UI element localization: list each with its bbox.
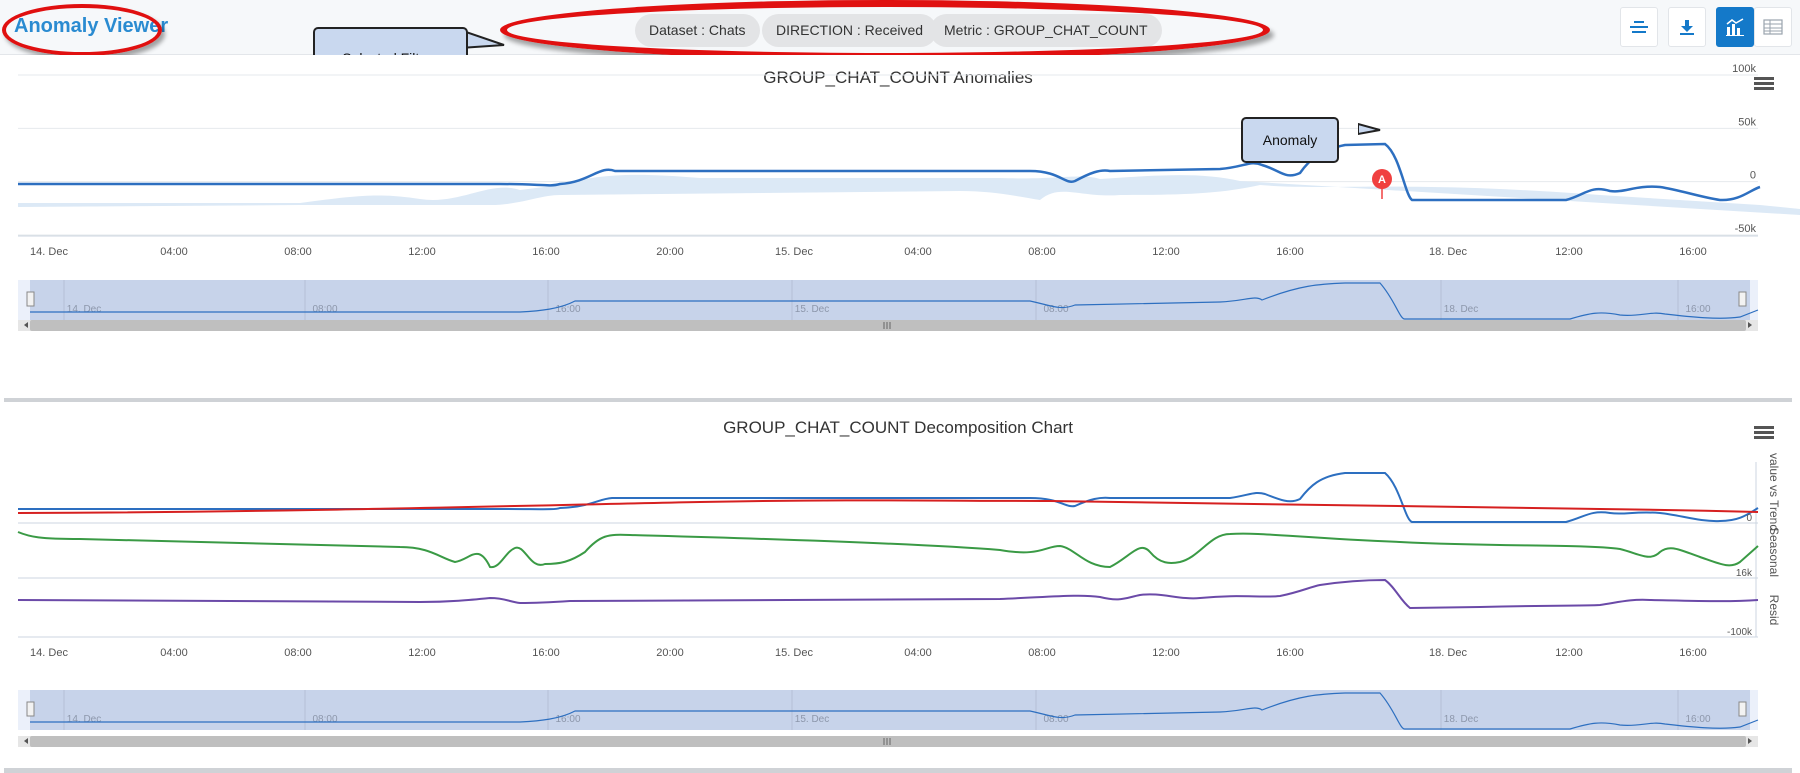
decomp-navigator-tick: 15. Dec — [795, 714, 829, 725]
decomp-navigator-selection[interactable] — [30, 690, 1750, 730]
svg-text:Seasonal: Seasonal — [1767, 527, 1781, 577]
anomalies-xtick: 04:00 — [904, 246, 932, 258]
decomp-xtick: 18. Dec — [1429, 647, 1467, 659]
anomalies-ytick: 0 — [1750, 170, 1756, 182]
anomalies-navigator-tick: 15. Dec — [795, 304, 829, 315]
decomp-panel-label-resid: Resid — [1767, 595, 1781, 626]
anomalies-navigator-right-handle[interactable] — [1738, 291, 1747, 307]
chart-view-icon — [1726, 18, 1744, 36]
decomp-xtick: 04:00 — [160, 647, 188, 659]
anomalies-navigator-tick: 16:00 — [555, 304, 580, 315]
decomp-panel-label-seasonal: Seasonal — [1767, 527, 1781, 577]
decomp-resid-line — [17, 578, 1759, 610]
decomp-value-line — [18, 472, 1759, 523]
decomposition-x-axis: 14. Dec 04:00 08:00 12:00 16:00 20:00 15. Dec 0… — [30, 647, 1707, 659]
decomp-xtick: 12:00 — [1152, 647, 1180, 659]
decomp-xtick: 12:00 — [408, 647, 436, 659]
anomalies-xtick: 16:00 — [1276, 246, 1304, 258]
download-button[interactable] — [1668, 7, 1706, 47]
filter-chip-dataset[interactable]: Dataset : Chats — [635, 14, 760, 47]
anomalies-xtick: 12:00 — [408, 246, 436, 258]
decomp-navigator-tick: 16:00 — [555, 714, 580, 725]
anomalies-navigator-tick: 08:00 — [312, 304, 337, 315]
anomalies-navigator-tick: 14. Dec — [67, 304, 101, 315]
anomalies-xtick: 16:00 — [1679, 246, 1707, 258]
anomalies-scrollbar[interactable] — [18, 320, 1758, 331]
decomp-value-ytick: 0 — [1746, 513, 1752, 524]
decomp-xtick: 20:00 — [656, 647, 684, 659]
svg-text:value vs Trend: value vs Trend — [1767, 453, 1781, 531]
anomalies-navigator-selection[interactable] — [30, 280, 1750, 320]
anomaly-callout: Anomaly — [1241, 117, 1339, 163]
decomp-xtick: 16:00 — [532, 647, 560, 659]
table-view-icon — [1763, 19, 1783, 35]
decomp-scrollbar[interactable] — [18, 736, 1758, 747]
decomp-navigator-tick: 08:00 — [312, 714, 337, 725]
filter-chip-metric[interactable]: Metric : GROUP_CHAT_COUNT — [930, 14, 1162, 47]
decomp-navigator-left-handle[interactable] — [26, 701, 35, 717]
anomalies-xtick: 04:00 — [160, 246, 188, 258]
anomalies-x-axis: 14. Dec 04:00 08:00 12:00 16:00 20:00 15. Dec 0… — [30, 246, 1707, 258]
anomalies-xtick: 12:00 — [1152, 246, 1180, 258]
anomalies-xtick: 08:00 — [284, 246, 312, 258]
decomp-navigator-right-handle[interactable] — [1738, 701, 1747, 717]
decomp-seasonal-ytick: 16k — [1736, 568, 1753, 579]
anomalies-navigator-left-handle[interactable] — [26, 291, 35, 307]
anomalies-ytick: 100k — [1732, 63, 1756, 75]
anomaly-marker[interactable]: A — [1372, 169, 1392, 199]
anomaly-callout-pointer — [1358, 122, 1381, 136]
decomp-navigator-tick: 14. Dec — [67, 714, 101, 725]
anomalies-xtick: 12:00 — [1555, 246, 1583, 258]
anomalies-navigator-tick: 18. Dec — [1444, 304, 1478, 315]
anomalies-xtick: 16:00 — [532, 246, 560, 258]
decomp-seasonal-line — [17, 531, 1759, 569]
decomp-xtick: 16:00 — [1276, 647, 1304, 659]
download-icon — [1680, 20, 1694, 35]
anomalies-xtick: 20:00 — [656, 246, 684, 258]
decomp-navigator-tick: 18. Dec — [1444, 714, 1478, 725]
anomalies-xtick: 18. Dec — [1429, 246, 1467, 258]
anomalies-xtick: 14. Dec — [30, 246, 68, 258]
title-highlight-ring — [2, 4, 162, 56]
svg-text:Resid: Resid — [1767, 595, 1781, 626]
align-button[interactable] — [1620, 7, 1658, 47]
filter-chip-direction[interactable]: DIRECTION : Received — [762, 14, 938, 47]
decomp-xtick: 12:00 — [1555, 647, 1583, 659]
decomp-xtick: 16:00 — [1679, 647, 1707, 659]
anomalies-xtick: 08:00 — [1028, 246, 1056, 258]
decomp-xtick: 08:00 — [284, 647, 312, 659]
decomp-resid-ytick: -100k — [1727, 627, 1753, 638]
decomposition-chart: value vs Trend Seasonal Resid 0 16k -100… — [17, 453, 1781, 747]
anomalies-confidence-band — [18, 174, 1800, 215]
anomalies-gridlines — [18, 74, 1758, 236]
anomalies-navigator-tick: 16:00 — [1685, 304, 1710, 315]
anomalies-chart: 100k 50k 0 -50k A 14. Dec 04:00 08:00 12:00 16:… — [18, 63, 1800, 331]
decomp-panel-label-value-trend: value vs Trend — [1767, 453, 1781, 531]
align-icon — [1630, 21, 1648, 33]
table-view-button[interactable] — [1754, 7, 1792, 47]
decomp-xtick: 08:00 — [1028, 647, 1056, 659]
decomp-xtick: 14. Dec — [30, 647, 68, 659]
decomp-trend-line — [17, 499, 1759, 514]
anomalies-ytick: 50k — [1738, 116, 1756, 128]
anomaly-marker-label: A — [1378, 174, 1386, 186]
decomp-xtick: 04:00 — [904, 647, 932, 659]
anomalies-xtick: 15. Dec — [775, 246, 813, 258]
chart-view-button[interactable] — [1716, 7, 1754, 47]
decomp-navigator-tick: 16:00 — [1685, 714, 1710, 725]
decomp-xtick: 15. Dec — [775, 647, 813, 659]
anomalies-ytick: -50k — [1735, 223, 1757, 235]
